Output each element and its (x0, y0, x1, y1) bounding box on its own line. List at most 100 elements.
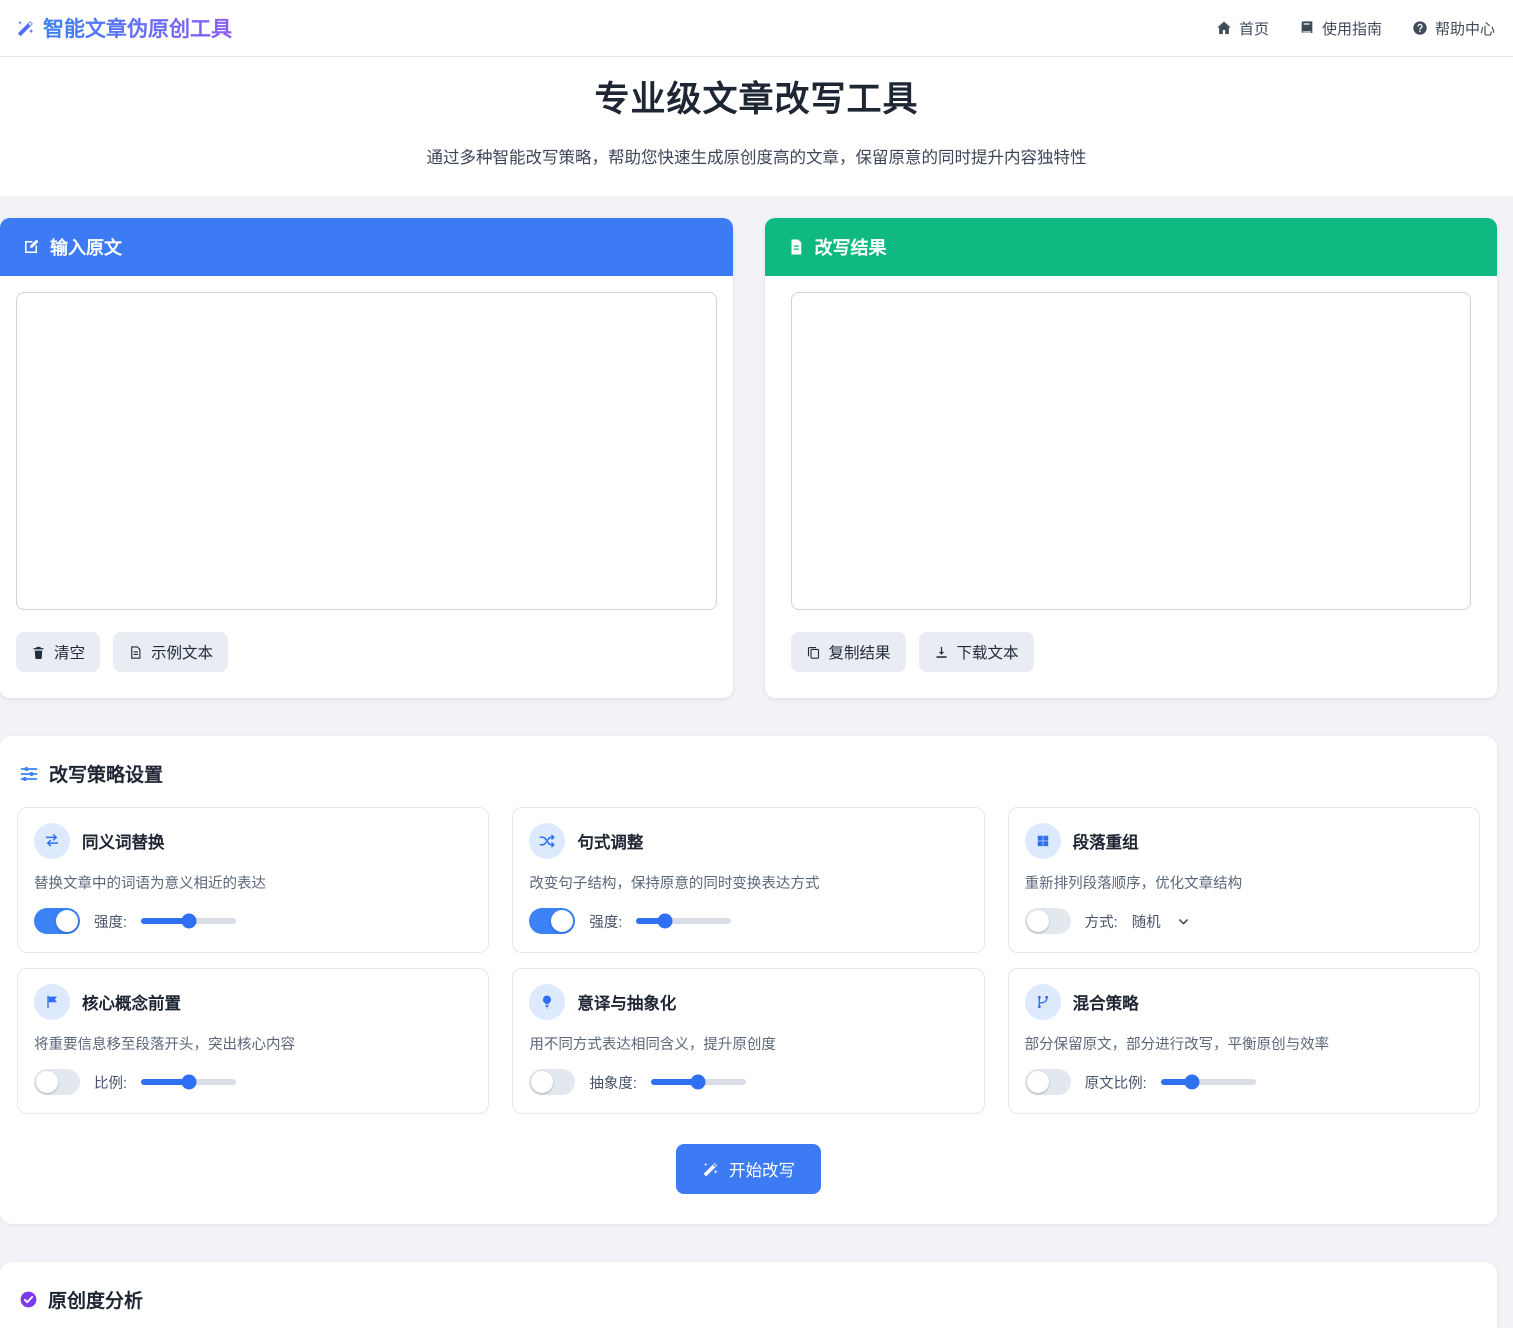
grid-icon (1025, 823, 1061, 859)
page-subtitle: 通过多种智能改写策略，帮助您快速生成原创度高的文章，保留原意的同时提升内容独特性 (0, 144, 1513, 168)
control-label: 强度: (589, 911, 622, 932)
result-panel-header: 改写结果 (765, 218, 1498, 276)
strategy-title: 核心概念前置 (82, 990, 181, 1014)
result-actions: 复制结果 下载文本 (791, 632, 1472, 672)
control-label: 方式: (1085, 911, 1118, 932)
synonym-strength-slider[interactable] (141, 918, 236, 924)
nav-guide-label: 使用指南 (1322, 18, 1382, 39)
strategy-desc: 重新排列段落顺序，优化文章结构 (1025, 872, 1463, 893)
strategy-card-synonym: 同义词替换 替换文章中的词语为意义相近的表达 强度: (17, 807, 489, 953)
copy-result-button[interactable]: 复制结果 (791, 632, 906, 672)
shuffle-icon (529, 823, 565, 859)
sentence-strength-slider[interactable] (636, 918, 731, 924)
strategy-desc: 改变句子结构，保持原意的同时变换表达方式 (529, 872, 967, 893)
input-panel-title: 输入原文 (50, 234, 122, 260)
editor-panels: 输入原文 清空 示例文本 (0, 218, 1497, 698)
brand-logo[interactable]: 智能文章伪原创工具 (16, 13, 232, 43)
result-panel-body: 复制结果 下载文本 (765, 276, 1498, 698)
hero-section: 专业级文章改写工具 通过多种智能改写策略，帮助您快速生成原创度高的文章，保留原意… (0, 57, 1513, 196)
clear-button-label: 清空 (54, 641, 85, 663)
navbar: 智能文章伪原创工具 首页 使用指南 帮助中心 (0, 0, 1513, 57)
help-circle-icon (1412, 20, 1428, 36)
nav-links: 首页 使用指南 帮助中心 (1216, 18, 1495, 39)
hybrid-toggle[interactable] (1025, 1069, 1071, 1095)
book-icon (1299, 20, 1315, 36)
result-panel-title: 改写结果 (815, 234, 887, 260)
sliders-icon (19, 764, 39, 784)
source-textarea[interactable] (16, 292, 717, 610)
check-circle-icon (19, 1290, 38, 1309)
input-panel-header: 输入原文 (0, 218, 733, 276)
trash-icon (31, 645, 46, 660)
analysis-section: 原创度分析 69% 预估原创度 8 总字数 66% 修改比例 (0, 1262, 1497, 1328)
input-panel-body: 清空 示例文本 (0, 276, 733, 698)
copy-result-label: 复制结果 (829, 641, 891, 663)
nav-home[interactable]: 首页 (1216, 18, 1269, 39)
synonym-toggle[interactable] (34, 908, 80, 934)
abstraction-slider[interactable] (651, 1079, 746, 1085)
strategy-section-title: 改写策略设置 (49, 760, 163, 787)
strategy-title: 混合策略 (1073, 990, 1139, 1014)
nav-home-label: 首页 (1239, 18, 1269, 39)
nav-guide[interactable]: 使用指南 (1299, 18, 1382, 39)
flag-icon (34, 984, 70, 1020)
strategy-title: 句式调整 (577, 829, 643, 853)
document-icon (787, 238, 805, 256)
exchange-arrows-icon (34, 823, 70, 859)
sample-text-button-label: 示例文本 (151, 641, 213, 663)
concept-ratio-slider[interactable] (141, 1079, 236, 1085)
control-label: 抽象度: (589, 1072, 637, 1093)
strategy-section-head: 改写策略设置 (17, 758, 1480, 807)
input-panel: 输入原文 清空 示例文本 (0, 218, 733, 698)
reorder-mode-select[interactable]: 随机 (1132, 911, 1190, 932)
nav-help[interactable]: 帮助中心 (1412, 18, 1495, 39)
strategy-desc: 部分保留原文，部分进行改写，平衡原创与效率 (1025, 1033, 1463, 1054)
strategy-card-paraphrase: 意译与抽象化 用不同方式表达相同含义，提升原创度 抽象度: (512, 968, 984, 1114)
magic-wand-icon (16, 19, 35, 38)
page-title: 专业级文章改写工具 (0, 71, 1513, 122)
brand-title: 智能文章伪原创工具 (43, 13, 232, 43)
control-label: 强度: (94, 911, 127, 932)
download-text-button[interactable]: 下载文本 (919, 632, 1034, 672)
strategy-grid: 同义词替换 替换文章中的词语为意义相近的表达 强度: 句式调整 改变句子结构，保… (17, 807, 1480, 1114)
result-textarea[interactable] (791, 292, 1472, 610)
analysis-section-head: 原创度分析 (17, 1284, 1480, 1328)
edit-icon (22, 238, 40, 256)
paraphrase-toggle[interactable] (529, 1069, 575, 1095)
strategy-desc: 将重要信息移至段落开头，突出核心内容 (34, 1033, 472, 1054)
original-ratio-slider[interactable] (1161, 1079, 1256, 1085)
strategy-card-paragraph: 段落重组 重新排列段落顺序，优化文章结构 方式: 随机 (1008, 807, 1480, 953)
strategy-title: 意译与抽象化 (577, 990, 676, 1014)
clear-button[interactable]: 清空 (16, 632, 100, 672)
start-rewrite-label: 开始改写 (729, 1157, 795, 1181)
control-label: 原文比例: (1085, 1072, 1147, 1093)
home-icon (1216, 20, 1232, 36)
sentence-toggle[interactable] (529, 908, 575, 934)
lightbulb-icon (529, 984, 565, 1020)
file-text-icon (128, 645, 143, 660)
strategy-card-sentence: 句式调整 改变句子结构，保持原意的同时变换表达方式 强度: (512, 807, 984, 953)
concept-toggle[interactable] (34, 1069, 80, 1095)
control-label: 比例: (94, 1072, 127, 1093)
result-panel: 改写结果 复制结果 下载文本 (765, 218, 1498, 698)
reorder-mode-value: 随机 (1132, 911, 1161, 932)
strategy-title: 同义词替换 (82, 829, 165, 853)
input-actions: 清空 示例文本 (16, 632, 717, 672)
paragraph-toggle[interactable] (1025, 908, 1071, 934)
strategy-card-concept: 核心概念前置 将重要信息移至段落开头，突出核心内容 比例: (17, 968, 489, 1114)
start-rewrite-button[interactable]: 开始改写 (676, 1144, 821, 1194)
branch-icon (1025, 984, 1061, 1020)
sample-text-button[interactable]: 示例文本 (113, 632, 228, 672)
nav-help-label: 帮助中心 (1435, 18, 1495, 39)
analysis-section-title: 原创度分析 (48, 1286, 143, 1313)
download-icon (934, 645, 949, 660)
strategy-card-hybrid: 混合策略 部分保留原文，部分进行改写，平衡原创与效率 原文比例: (1008, 968, 1480, 1114)
cta-row: 开始改写 (17, 1144, 1480, 1194)
download-text-label: 下载文本 (957, 641, 1019, 663)
strategy-desc: 替换文章中的词语为意义相近的表达 (34, 872, 472, 893)
strategy-title: 段落重组 (1073, 829, 1139, 853)
strategy-section: 改写策略设置 同义词替换 替换文章中的词语为意义相近的表达 强度: (0, 736, 1497, 1224)
strategy-desc: 用不同方式表达相同含义，提升原创度 (529, 1033, 967, 1054)
copy-icon (806, 645, 821, 660)
magic-wand-icon (702, 1161, 719, 1178)
